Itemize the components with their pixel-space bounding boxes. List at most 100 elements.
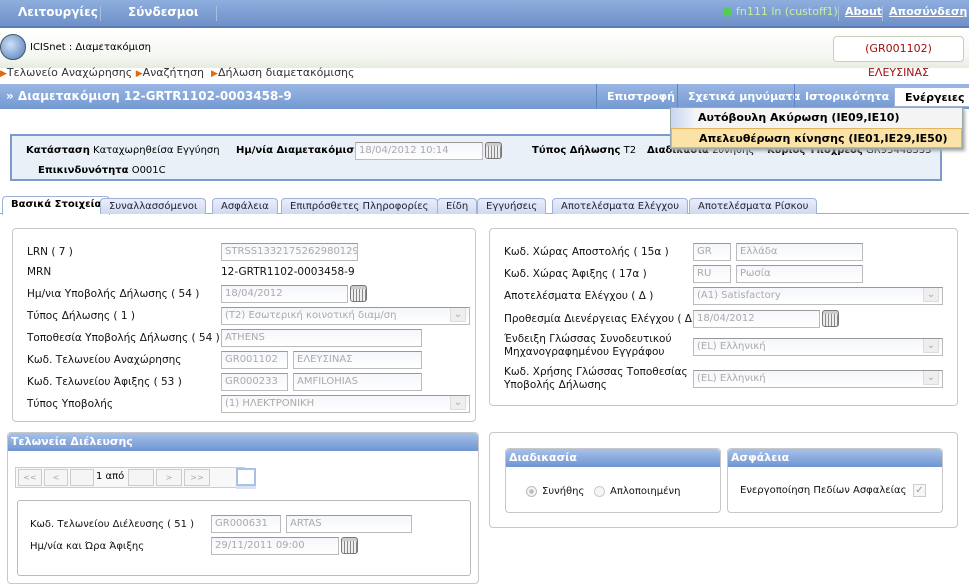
- logout-link[interactable]: Αποσύνδεση: [889, 5, 967, 18]
- breadcrumb-item[interactable]: Αναζήτηση: [143, 66, 204, 79]
- control-result-label: Αποτελέσματα Ελέγχου ( Δ ): [504, 290, 654, 302]
- menu-item-label: Απελευθέρωση κίνησης (IE01,IE29,IE50): [699, 132, 948, 145]
- country-info-panel: Κωδ. Χώρας Αποστολής ( 15α ) GR Ελλάδα Κ…: [489, 228, 958, 406]
- control-deadline-label: Προθεσμία Διενέργειας Ελέγχου ( Δ ): [504, 313, 700, 325]
- doc-language-label: Μηχανογραφημένου Εγγράφου: [504, 346, 665, 358]
- tab-risk-results[interactable]: Αποτελέσματα Ρίσκου: [689, 198, 818, 214]
- departure-code-field[interactable]: GR001102: [221, 351, 288, 369]
- actions-button[interactable]: Ενέργειες: [894, 87, 969, 107]
- destination-code-field[interactable]: RU: [693, 265, 731, 283]
- radio-normal[interactable]: [526, 486, 537, 497]
- submission-type-select[interactable]: (1) ΗΛΕΚΤΡΟΝΙΚΗ: [221, 395, 470, 413]
- decl-type-select[interactable]: (T2) Εσωτερική κοινοτική διαμ/ση: [221, 307, 470, 325]
- pager: << < 1 από 1 > >>: [15, 467, 245, 488]
- calendar-icon[interactable]: [341, 537, 358, 554]
- menu-item-label: Αυτόβουλη Ακύρωση (IE09,IE10): [698, 111, 900, 124]
- back-button[interactable]: Επιστροφή: [596, 84, 685, 109]
- basic-info-panel: LRN ( 7 ) STRSS13321752629801298 MRN 12-…: [12, 228, 476, 422]
- location-language-label: Υποβολής Δήλωσης: [504, 379, 607, 391]
- menu-item-release[interactable]: Απελευθέρωση κίνησης (IE01,IE29,IE50): [671, 128, 962, 148]
- menu-functions[interactable]: Λειτουργίες: [18, 5, 98, 19]
- risk-label: Επικινδυνότητα: [38, 165, 129, 176]
- next-page-button[interactable]: >: [156, 469, 182, 486]
- destination-name-field[interactable]: Ρωσία: [736, 265, 863, 283]
- dispatch-name-field[interactable]: Ελλάδα: [736, 243, 863, 261]
- doc-language-label: Ένδειξη Γλώσσας Συνοδευτικού: [504, 333, 672, 345]
- submission-date-field[interactable]: 18/04/2012: [221, 285, 348, 303]
- transit-office-name-field[interactable]: ARTAS: [286, 515, 412, 533]
- procedure-security-panel: Διαδικασία Συνήθης Απλοποιημένη Ασφάλεια…: [489, 432, 958, 528]
- location-label: Τοποθεσία Υποβολής Δήλωσης ( 54 ): [27, 332, 220, 344]
- transit-date-field[interactable]: 18/04/2012 10:14: [355, 142, 483, 160]
- tab-guarantees[interactable]: Εγγυήσεις: [477, 198, 547, 214]
- breadcrumb-item[interactable]: Δήλωση διαμετακόμισης: [218, 66, 355, 79]
- lrn-field[interactable]: STRSS13321752629801298: [221, 243, 358, 261]
- calendar-icon[interactable]: [822, 310, 839, 327]
- arrival-code-field[interactable]: GR000233: [221, 373, 288, 391]
- panel-title: Τελωνεία Διέλευσης: [8, 433, 478, 451]
- security-fields-label: Ενεργοποίηση Πεδίων Ασφαλείας: [740, 485, 907, 496]
- page-title: » Διαμετακόμιση 12-GRTR1102-0003458-9: [6, 89, 292, 103]
- submission-type-label: Τύπος Υποβολής: [27, 398, 114, 410]
- history-button[interactable]: Ιστορικότητα: [794, 84, 899, 109]
- radio-simplified-label: Απλοποιημένη: [610, 486, 681, 497]
- office-badge: (GR001102) ΕΛΕΥΣΙΝΑΣ: [833, 36, 964, 79]
- arrival-name-field[interactable]: AMFILOHIAS: [293, 373, 422, 391]
- arrow-icon: ▶: [135, 69, 143, 79]
- tab-traders[interactable]: Συναλλασσόμενοι: [100, 198, 207, 214]
- control-deadline-field[interactable]: 18/04/2012: [693, 310, 820, 328]
- mrn-value: 12-GRTR1102-0003458-9: [221, 266, 355, 278]
- control-result-select[interactable]: (A1) Satisfactory: [693, 287, 943, 305]
- calendar-icon[interactable]: [350, 285, 367, 302]
- divider: [838, 6, 839, 21]
- decl-type-value: T2: [623, 145, 637, 156]
- related-messages-button[interactable]: Σχετικά μηνύματα: [677, 84, 810, 109]
- add-row-icon[interactable]: [236, 468, 256, 486]
- breadcrumb: ▶Τελωνείο Αναχώρησης ▶Αναζήτηση ▶Δήλωση …: [0, 66, 354, 82]
- destination-country-label: Κωδ. Χώρας Άφιξης ( 17α ): [504, 268, 647, 280]
- decl-type-label: Τύπος Δήλωσης: [532, 145, 621, 156]
- doc-language-select[interactable]: (EL) Ελληνική: [693, 338, 943, 356]
- arrow-icon: ▶: [0, 69, 7, 79]
- menu-item-cancel[interactable]: Αυτόβουλη Ακύρωση (IE09,IE10): [671, 108, 962, 128]
- security-box: Ασφάλεια Ενεργοποίηση Πεδίων Ασφαλείας ✓: [727, 448, 943, 513]
- arrival-datetime-label: Ημ/νία και Ώρα Άφιξης: [30, 541, 145, 552]
- status-value: Καταχωρηθείσα Εγγύηση: [93, 145, 220, 156]
- dispatch-code-field[interactable]: GR: [693, 243, 731, 261]
- page-input[interactable]: [128, 469, 154, 486]
- breadcrumb-item[interactable]: Τελωνείο Αναχώρησης: [7, 66, 132, 79]
- tab-security[interactable]: Ασφάλεια: [212, 198, 278, 214]
- location-language-label: Κωδ. Χρήσης Γλώσσας Τοποθεσίας: [504, 366, 688, 378]
- location-language-select[interactable]: (EL) Ελληνική: [693, 370, 943, 388]
- transit-office-code-field[interactable]: GR000631: [211, 515, 281, 533]
- dispatch-country-label: Κωδ. Χώρας Αποστολής ( 15α ): [504, 246, 669, 258]
- departure-name-field[interactable]: ΕΛΕΥΣΙΝΑΣ: [293, 351, 422, 369]
- top-menu-bar: Λειτουργίες Σύνδεσμοι ● fn111 ln (custof…: [0, 0, 969, 28]
- prev-page-button[interactable]: <: [44, 469, 68, 486]
- tab-control-results[interactable]: Αποτελέσματα Ελέγχου: [552, 198, 689, 214]
- tab-basic[interactable]: Βασικά Στοιχεία: [2, 196, 111, 215]
- last-page-button[interactable]: >>: [184, 469, 210, 486]
- first-page-button[interactable]: <<: [18, 469, 42, 486]
- tab-items[interactable]: Είδη: [437, 198, 478, 214]
- tab-additional-info[interactable]: Επιπρόσθετες Πληροφορίες: [281, 198, 438, 214]
- risk-value: O001C: [131, 165, 166, 176]
- globe-logo-icon: [0, 34, 26, 60]
- about-link[interactable]: About: [845, 5, 882, 18]
- security-checkbox[interactable]: ✓: [913, 484, 926, 497]
- procedure-box: Διαδικασία Συνήθης Απλοποιημένη: [505, 448, 721, 513]
- arrival-datetime-field[interactable]: 29/11/2011 09:00: [211, 537, 339, 555]
- transit-office-label: Κωδ. Τελωνείου Διέλευσης ( 51 ): [30, 519, 195, 530]
- location-field[interactable]: ATHENS: [221, 329, 422, 347]
- radio-normal-label: Συνήθης: [542, 486, 585, 497]
- user-icon: ●: [722, 4, 733, 18]
- panel-title: Ασφάλεια: [728, 449, 942, 467]
- arrow-icon: ▶: [211, 69, 218, 79]
- page-input[interactable]: [70, 469, 94, 486]
- decl-type-label: Τύπος Δήλωσης ( 1 ): [27, 310, 135, 322]
- calendar-icon[interactable]: [485, 142, 502, 159]
- submission-date-label: Ημ/νια Υποβολής Δήλωσης ( 54 ): [27, 288, 200, 300]
- mrn-label: MRN: [27, 266, 52, 278]
- menu-links[interactable]: Σύνδεσμοι: [128, 5, 199, 19]
- radio-simplified[interactable]: [594, 486, 605, 497]
